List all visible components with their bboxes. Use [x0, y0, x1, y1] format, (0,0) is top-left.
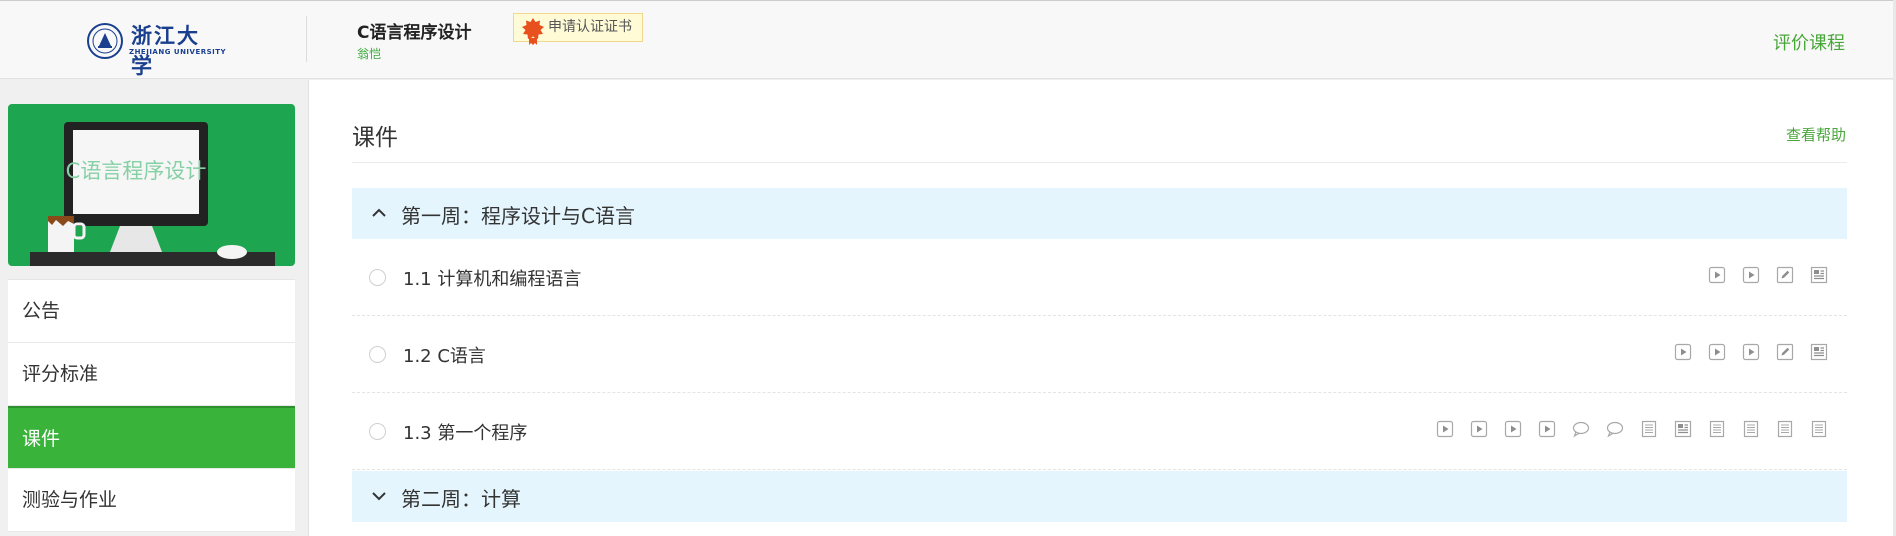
cover-title: C语言程序设计	[66, 159, 207, 183]
header-divider	[306, 16, 307, 62]
computer-illustration: C语言程序设计	[30, 122, 275, 266]
university-logo[interactable]: 浙江大学 ZHEJIANG UNIVERSITY	[85, 20, 226, 78]
text-icon[interactable]	[1741, 419, 1761, 439]
lesson-row: 1.2 C语言	[352, 316, 1847, 393]
lesson-resource-icons	[1435, 419, 1829, 439]
apply-certificate-button[interactable]: 申请认证证书	[513, 13, 643, 45]
lesson-row: 1.1 计算机和编程语言	[352, 239, 1847, 316]
pencil-icon[interactable]	[1775, 342, 1795, 362]
sidebar-item-grading[interactable]: 评分标准	[8, 343, 295, 406]
page-title: 课件	[352, 125, 398, 151]
university-emblem-icon	[87, 23, 123, 59]
course-name: C语言程序设计	[357, 23, 472, 43]
video-icon[interactable]	[1741, 265, 1761, 285]
lesson-status-radio	[369, 346, 386, 363]
pencil-icon[interactable]	[1775, 265, 1795, 285]
apply-certificate-label: 申请认证证书	[548, 19, 632, 35]
course-cover-image: C语言程序设计	[8, 104, 295, 266]
lesson-status-radio	[369, 423, 386, 440]
top-bar: 浙江大学 ZHEJIANG UNIVERSITY C语言程序设计 翁恺 申请认证…	[0, 0, 1896, 79]
rate-course-link[interactable]: 评价课程	[1773, 29, 1845, 55]
teacher-name[interactable]: 翁恺	[357, 45, 381, 62]
chevron-down-icon	[372, 492, 386, 501]
lesson-row: 1.3 第一个程序	[352, 393, 1847, 470]
lesson-title[interactable]: 1.2 C语言	[403, 342, 486, 368]
text-icon[interactable]	[1775, 419, 1795, 439]
course-nav-menu: 公告 评分标准 课件 测验与作业	[8, 279, 295, 532]
sidebar: C语言程序设计 公告 评分标准 课件 测验与作业	[0, 80, 308, 536]
text-icon[interactable]	[1809, 419, 1829, 439]
lesson-title[interactable]: 1.3 第一个程序	[403, 419, 527, 445]
video-icon[interactable]	[1741, 342, 1761, 362]
help-link[interactable]: 查看帮助	[1786, 124, 1846, 145]
video-icon[interactable]	[1503, 419, 1523, 439]
sidebar-item-courseware[interactable]: 课件	[8, 406, 295, 469]
lesson-title[interactable]: 1.1 计算机和编程语言	[403, 265, 581, 291]
video-icon[interactable]	[1673, 342, 1693, 362]
university-name-en: ZHEJIANG UNIVERSITY	[129, 48, 227, 56]
title-divider	[352, 162, 1847, 163]
video-icon[interactable]	[1469, 419, 1489, 439]
document-icon[interactable]	[1673, 419, 1693, 439]
video-icon[interactable]	[1537, 419, 1557, 439]
document-icon[interactable]	[1809, 342, 1829, 362]
chapter-header-week2[interactable]: 第二周：计算	[352, 471, 1847, 522]
main-panel: 课件 查看帮助 第一周：程序设计与C语言 1.1 计算机和编程语言 1.2 C语…	[308, 80, 1893, 536]
video-icon[interactable]	[1707, 265, 1727, 285]
text-icon[interactable]	[1639, 419, 1659, 439]
text-icon[interactable]	[1707, 419, 1727, 439]
lesson-status-radio	[369, 269, 386, 286]
certificate-badge-icon	[522, 18, 544, 45]
lesson-resource-icons	[1673, 342, 1829, 362]
chapter-header-week1[interactable]: 第一周：程序设计与C语言	[352, 188, 1847, 239]
lesson-resource-icons	[1707, 265, 1829, 285]
sidebar-item-quizzes[interactable]: 测验与作业	[8, 469, 295, 532]
chapter-title: 第一周：程序设计与C语言	[401, 204, 635, 228]
video-icon[interactable]	[1435, 419, 1455, 439]
discussion-icon[interactable]	[1605, 419, 1625, 439]
document-icon[interactable]	[1809, 265, 1829, 285]
chapter-title: 第二周：计算	[401, 487, 521, 511]
sidebar-item-announcements[interactable]: 公告	[8, 280, 295, 343]
video-icon[interactable]	[1707, 342, 1727, 362]
chevron-up-icon	[372, 208, 386, 217]
discussion-icon[interactable]	[1571, 419, 1591, 439]
